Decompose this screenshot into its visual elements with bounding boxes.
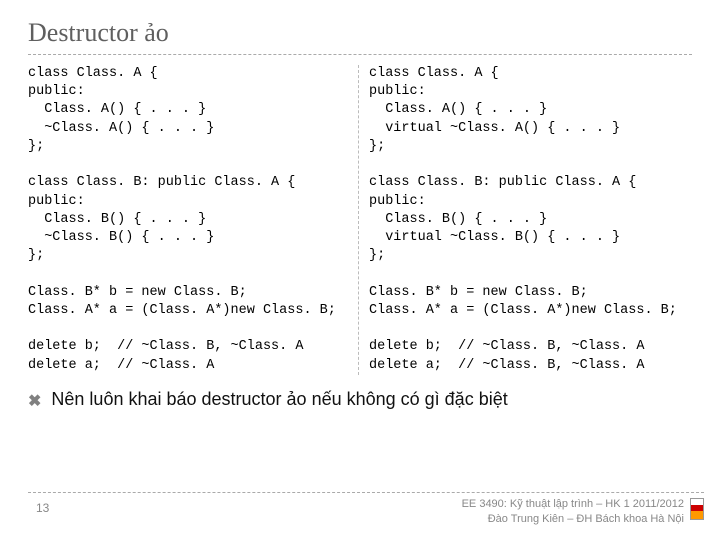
slide-title: Destructor ảo — [28, 18, 692, 48]
note-row: ✖ Nên luôn khai báo destructor ảo nếu kh… — [28, 389, 692, 411]
footer-line-1: EE 3490: Kỹ thuật lập trình – HK 1 2011/… — [462, 497, 684, 511]
footer-separator — [28, 492, 704, 493]
footer-right: EE 3490: Kỹ thuật lập trình – HK 1 2011/… — [462, 497, 704, 526]
code-column-left: class Class. A { public: Class. A() { . … — [28, 65, 358, 375]
footer-row: 13 EE 3490: Kỹ thuật lập trình – HK 1 20… — [28, 497, 704, 526]
bullet-icon: ✖ — [28, 391, 41, 411]
footer-line-2: Đào Trung Kiên – ĐH Bách khoa Hà Nội — [462, 512, 684, 526]
title-separator — [28, 54, 692, 55]
footer-text: EE 3490: Kỹ thuật lập trình – HK 1 2011/… — [462, 497, 684, 526]
note-text: Nên luôn khai báo destructor ảo nếu khôn… — [51, 389, 507, 410]
university-logo-icon — [690, 498, 704, 520]
code-column-right: class Class. A { public: Class. A() { . … — [358, 65, 692, 375]
footer: 13 EE 3490: Kỹ thuật lập trình – HK 1 20… — [28, 492, 704, 526]
slide: Destructor ảo class Class. A { public: C… — [0, 0, 720, 540]
page-number: 13 — [28, 497, 49, 515]
code-area: class Class. A { public: Class. A() { . … — [28, 65, 692, 375]
